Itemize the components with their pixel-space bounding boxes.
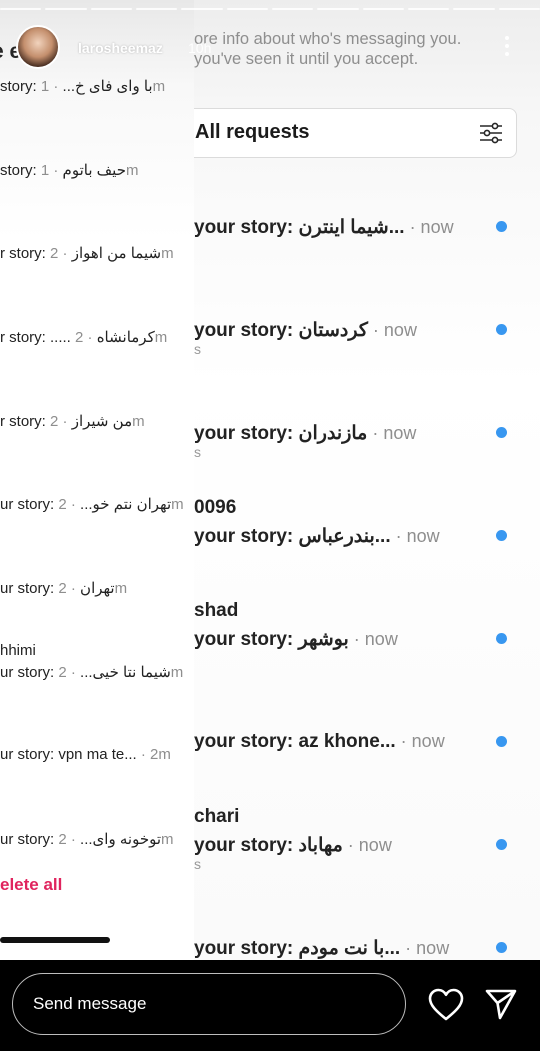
- left-request-text: story: حیف باتوم: [0, 162, 126, 179]
- request-row[interactable]: your story: شیما اینترن... · now: [194, 216, 540, 319]
- left-request-row[interactable]: r story: ..... کرمانشاه · 2m: [0, 328, 194, 346]
- left-request-text: ur story: vpn ma te...: [0, 746, 137, 763]
- request-preview: your story: کردستان · now: [194, 320, 417, 341]
- requests-info-text: ore info about who's messaging you. you'…: [194, 29, 461, 69]
- heart-icon: [428, 988, 464, 1021]
- send-icon: [485, 989, 517, 1020]
- left-request-row[interactable]: ur story: vpn ma te... · 2m: [0, 746, 194, 763]
- left-request-name: hhimi: [0, 642, 36, 659]
- unread-dot: [496, 221, 507, 232]
- left-request-time: · 2m: [136, 746, 171, 763]
- unread-dot: [496, 942, 507, 953]
- info-line-2: you've seen it until you accept.: [194, 50, 419, 68]
- left-request-row[interactable]: ur story: توخونه وای... · 2m: [0, 830, 194, 848]
- unread-dot: [496, 736, 507, 747]
- request-name: chari: [194, 806, 240, 827]
- unread-dot: [496, 324, 507, 335]
- delete-all-button[interactable]: elete all: [0, 875, 62, 895]
- request-preview: your story: بندرعباس... · now: [194, 526, 440, 547]
- left-request-row[interactable]: ur story: تهران نتم خو... · 2m: [0, 495, 194, 513]
- request-sub: s: [194, 341, 201, 357]
- story-progress-bar: [0, 8, 540, 12]
- filter-icon[interactable]: [478, 120, 504, 146]
- left-request-row[interactable]: r story: من شیراز · 2m: [0, 412, 194, 430]
- send-message-input[interactable]: [12, 973, 406, 1035]
- request-row[interactable]: shad your story: بوشهر · now: [194, 600, 540, 731]
- request-row[interactable]: your story: با نت مودم... · now: [194, 937, 540, 960]
- more-options-icon[interactable]: [500, 36, 514, 60]
- left-request-text: ur story: توخونه وای...: [0, 831, 162, 848]
- left-request-row[interactable]: ur story: شیما نتا خیی... · 2m: [0, 663, 194, 681]
- request-preview: your story: az khone... · now: [194, 731, 445, 752]
- requests-screenshot: ore info about who's messaging you. you'…: [184, 0, 540, 960]
- unread-dot: [496, 839, 507, 850]
- left-request-row[interactable]: story: با وای فای خ... · 1m: [0, 77, 194, 95]
- left-request-text: ur story: تهران نتم خو...: [0, 496, 172, 513]
- like-button[interactable]: [428, 988, 464, 1022]
- story-frame: ore info about who's messaging you. you'…: [0, 0, 540, 960]
- left-request-text: r story: شیما من اهواز: [0, 245, 162, 262]
- home-indicator: [0, 937, 110, 943]
- request-row[interactable]: 0096 your story: بندرعباس... · now: [194, 497, 540, 628]
- left-request-row[interactable]: ur story: تهران · 2m: [0, 579, 194, 597]
- request-preview: your story: مازندران · now: [194, 423, 417, 444]
- request-row[interactable]: your story: مازندران · now s: [194, 422, 540, 525]
- share-button[interactable]: [484, 987, 518, 1021]
- left-request-text: ur story: شیما نتا خیی...: [0, 664, 171, 681]
- avatar[interactable]: [16, 25, 60, 69]
- request-name: shad: [194, 600, 239, 621]
- request-row[interactable]: your story: az khone... · now: [194, 731, 540, 834]
- reply-bar: [0, 960, 540, 1051]
- left-request-row[interactable]: r story: شیما من اهواز · 2m: [0, 244, 194, 262]
- story-username[interactable]: larosheemaz: [78, 40, 163, 56]
- unread-dot: [496, 530, 507, 541]
- request-name: 0096: [194, 497, 237, 518]
- request-row[interactable]: chari your story: مهاباد · now s: [194, 806, 540, 937]
- request-preview: your story: مهاباد · now: [194, 835, 392, 856]
- left-request-text: ur story: تهران: [0, 580, 115, 597]
- request-sub: s: [194, 444, 201, 460]
- request-sub: s: [194, 856, 201, 872]
- info-line-1: ore info about who's messaging you.: [194, 30, 462, 48]
- left-request-row[interactable]: story: حیف باتوم · 1m: [0, 161, 194, 179]
- story-time: 10h: [188, 40, 212, 56]
- request-preview: your story: بوشهر · now: [194, 629, 398, 650]
- request-row[interactable]: your story: کردستان · now s: [194, 319, 540, 422]
- left-request-text: story: با وای فای خ...: [0, 78, 153, 95]
- request-preview: your story: با نت مودم... · now: [194, 938, 450, 959]
- all-requests-filter[interactable]: All requests: [184, 108, 517, 158]
- unread-dot: [496, 633, 507, 644]
- unread-dot: [496, 427, 507, 438]
- requests-screenshot-left: e ests story: با وای فای خ... · 1m story…: [0, 0, 194, 960]
- request-preview: your story: شیما اینترن... · now: [194, 217, 454, 238]
- all-requests-label: All requests: [195, 121, 310, 143]
